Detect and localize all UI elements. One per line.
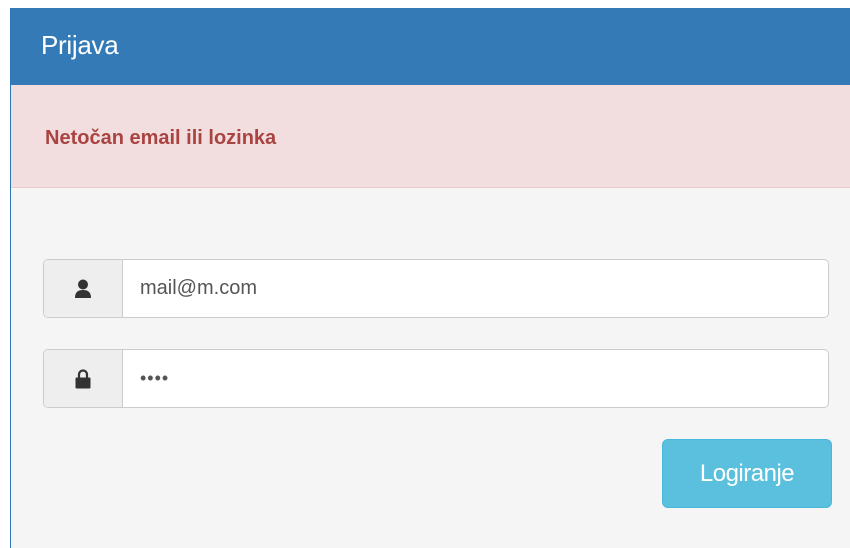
email-input-group	[43, 259, 829, 318]
error-alert: Netočan email ili lozinka	[11, 85, 850, 188]
panel-heading: Prijava	[11, 8, 850, 85]
user-icon	[75, 279, 91, 298]
lock-icon	[75, 368, 91, 388]
email-field[interactable]	[123, 260, 828, 317]
password-input-group	[43, 349, 829, 408]
email-addon	[44, 260, 123, 317]
login-button[interactable]: Logiranje	[662, 439, 832, 508]
panel-title: Prijava	[41, 30, 119, 60]
error-message: Netočan email ili lozinka	[45, 127, 277, 149]
password-addon	[44, 350, 123, 407]
login-panel: Prijava Netočan email ili lozinka Logira…	[10, 8, 850, 548]
password-field[interactable]	[123, 350, 828, 407]
